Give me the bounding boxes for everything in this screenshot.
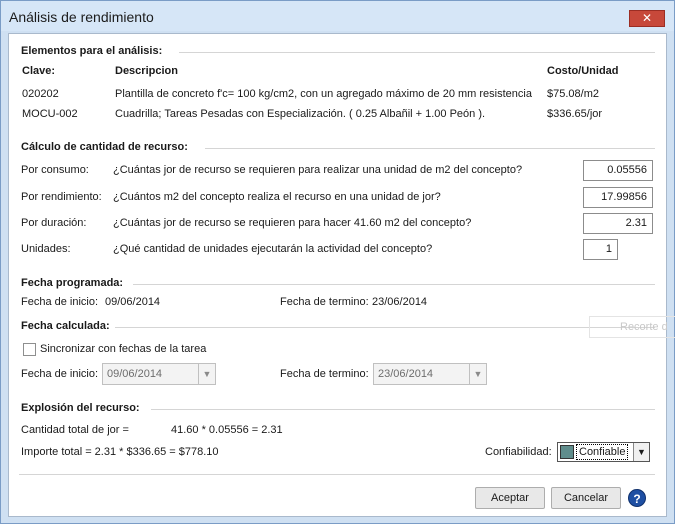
row-clave: 020202: [22, 88, 59, 100]
row-costo: $75.08/m2: [547, 88, 599, 100]
confiabilidad-value: Confiable: [576, 444, 629, 460]
header-clave: Clave:: [22, 65, 56, 77]
window-title: Análisis de rendimiento: [9, 9, 154, 25]
por-rendimiento-input[interactable]: 17.99856: [583, 187, 653, 208]
section-title-calculo: Cálculo de cantidad de recurso:: [21, 141, 188, 153]
section-title-fecha-calculada: Fecha calculada:: [21, 320, 110, 332]
header-descripcion: Descripcion: [115, 65, 178, 77]
por-duracion-input[interactable]: 2.31: [583, 213, 653, 234]
label-por-consumo: Por consumo:: [21, 164, 89, 176]
cancelar-button[interactable]: Cancelar: [551, 487, 621, 509]
question-por-rendimiento: ¿Cuántos m2 del concepto realiza el recu…: [113, 191, 441, 203]
confiabilidad-label: Confiabilidad:: [485, 446, 552, 458]
programada-termino-value: 23/06/2014: [372, 296, 428, 308]
chevron-down-icon[interactable]: ▼: [198, 364, 215, 384]
background-recorte-button: Recorte d: [589, 316, 675, 338]
title-bar[interactable]: Análisis de rendimiento ✕: [1, 1, 674, 31]
section-separator: [179, 52, 655, 53]
calculada-inicio-label: Fecha de inicio:: [21, 368, 99, 380]
row-clave: MOCU-002: [22, 108, 78, 120]
cantidad-total-label: Cantidad total de jor =: [21, 424, 129, 436]
label-unidades: Unidades:: [21, 243, 71, 255]
section-separator: [115, 327, 655, 328]
chevron-down-icon[interactable]: ▼: [633, 443, 649, 461]
importe-total-text: Importe total = 2.31 * $336.65 = $778.10: [21, 446, 219, 458]
analysis-dialog: Análisis de rendimiento ✕ Elementos para…: [0, 0, 675, 524]
row-costo: $336.65/jor: [547, 108, 603, 120]
help-icon[interactable]: ?: [628, 489, 646, 507]
row-descripcion: Cuadrilla; Tareas Pesadas con Especializ…: [115, 108, 486, 120]
section-title-elementos: Elementos para el análisis:: [21, 45, 163, 57]
programada-termino-label: Fecha de termino:: [280, 296, 369, 308]
por-consumo-input[interactable]: 0.05556: [583, 160, 653, 181]
calculada-termino-label: Fecha de termino:: [280, 368, 369, 380]
unidades-input[interactable]: 1: [583, 239, 618, 260]
confiabilidad-color-swatch: [560, 445, 574, 459]
close-button[interactable]: ✕: [629, 10, 665, 27]
label-por-duracion: Por duración:: [21, 217, 87, 229]
section-separator: [133, 284, 655, 285]
row-descripcion: Plantilla de concreto f'c= 100 kg/cm2, c…: [115, 88, 535, 100]
question-unidades: ¿Qué cantidad de unidades ejecutarán la …: [113, 243, 433, 255]
cantidad-total-formula: 41.60 * 0.05556 = 2.31: [171, 424, 283, 436]
dialog-body: Elementos para el análisis: Clave: Descr…: [8, 33, 667, 517]
section-title-explosion: Explosión del recurso:: [21, 402, 140, 414]
header-costo-unidad: Costo/Unidad: [547, 65, 619, 77]
sync-checkbox[interactable]: [23, 343, 36, 356]
programada-inicio-label: Fecha de inicio:: [21, 296, 99, 308]
question-por-duracion: ¿Cuántas jor de recurso se requieren par…: [113, 217, 472, 229]
footer-separator: [19, 474, 655, 475]
chevron-down-icon[interactable]: ▼: [469, 364, 486, 384]
programada-inicio-value: 09/06/2014: [105, 296, 161, 308]
calculada-inicio-dropdown[interactable]: 09/06/2014 ▼: [102, 363, 216, 385]
question-por-consumo: ¿Cuántas jor de recurso se requieren par…: [113, 164, 523, 176]
calculada-termino-dropdown[interactable]: 23/06/2014 ▼: [373, 363, 487, 385]
section-separator: [151, 409, 655, 410]
section-separator: [205, 148, 655, 149]
aceptar-button[interactable]: Aceptar: [475, 487, 545, 509]
sync-checkbox-label[interactable]: Sincronizar con fechas de la tarea: [40, 343, 206, 355]
calculada-termino-value: 23/06/2014: [378, 368, 434, 380]
calculada-inicio-value: 09/06/2014: [107, 368, 163, 380]
confiabilidad-dropdown[interactable]: Confiable ▼: [557, 442, 650, 462]
label-por-rendimiento: Por rendimiento:: [21, 191, 102, 203]
section-title-fecha-programada: Fecha programada:: [21, 277, 124, 289]
